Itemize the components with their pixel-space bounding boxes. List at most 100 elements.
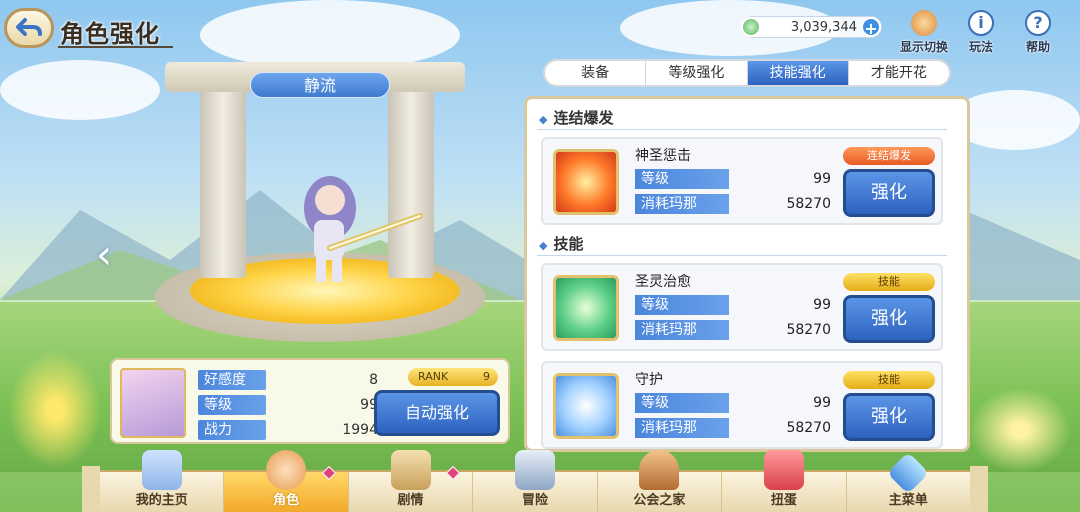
- page-title: 角色强化: [60, 20, 160, 48]
- skill-cost-row: 消耗玛那 58270: [635, 320, 831, 340]
- enhance-skill-button[interactable]: 强化: [843, 169, 935, 217]
- how-to-play-label: 玩法: [968, 40, 993, 54]
- affection-value: 8: [369, 372, 378, 388]
- guard-skill-icon: [553, 373, 619, 439]
- back-button[interactable]: [4, 8, 54, 48]
- character-portrait[interactable]: [120, 368, 186, 438]
- skill-cost-row: 消耗玛那 58270: [635, 194, 831, 214]
- character-sprite: [304, 176, 423, 282]
- tab-talent-bloom[interactable]: 才能开花: [849, 61, 949, 85]
- skill-level-row: 等级 99: [635, 295, 831, 315]
- holy-heal-skill-icon: [553, 275, 619, 341]
- rank-value: 9: [483, 370, 490, 383]
- skill-badge: 技能: [843, 273, 935, 291]
- display-switch-button[interactable]: 显示切换: [894, 10, 954, 55]
- skill-cost-label: 消耗玛那: [635, 194, 729, 214]
- skill-cost-value: 58270: [786, 196, 831, 212]
- level-label: 等级: [198, 395, 266, 415]
- auto-enhance-button[interactable]: 自动强化: [374, 390, 500, 436]
- affection-label: 好感度: [198, 370, 266, 390]
- section-union-burst-title: 连结爆发: [553, 109, 614, 127]
- power-value: 1994: [342, 422, 378, 438]
- nav-character[interactable]: 角色: [224, 450, 349, 512]
- cloud: [0, 60, 160, 120]
- question-icon: ?: [1025, 10, 1051, 36]
- section-divider: [537, 255, 947, 256]
- skill-level-label: 等级: [635, 295, 729, 315]
- add-mana-button[interactable]: +: [861, 17, 881, 38]
- title-underline: [58, 46, 173, 48]
- nav-story[interactable]: 剧情: [349, 450, 474, 512]
- skill-level-row: 等级 99: [635, 169, 831, 189]
- diamond-icon: ◆: [539, 113, 548, 126]
- nav-main-menu[interactable]: 主菜单: [847, 451, 970, 512]
- skill-cost-label: 消耗玛那: [635, 320, 729, 340]
- power-label: 战力: [198, 420, 266, 440]
- skill-card-0: 神圣惩击 等级 99 消耗玛那 58270 连结爆发 强化: [541, 137, 943, 225]
- tab-skill-up[interactable]: 技能强化: [747, 61, 849, 85]
- rank-label: RANK: [418, 370, 449, 383]
- nav-main-menu-label: 主菜单: [888, 493, 928, 508]
- nav-guild-house[interactable]: 公会之家: [598, 450, 723, 512]
- gacha-icon: [763, 450, 804, 490]
- section-divider: [537, 129, 947, 130]
- character-info-card: 好感度 8 等级 99 战力 1994 RANK 9 自动强化: [110, 358, 510, 444]
- tab-level-up[interactable]: 等级强化: [646, 61, 748, 85]
- skill-badge: 技能: [843, 371, 935, 389]
- nav-home-label: 我的主页: [135, 493, 188, 508]
- skill-level-value: 99: [813, 297, 831, 313]
- scroll-icon: [390, 450, 431, 490]
- skill-level-row: 等级 99: [635, 393, 831, 413]
- nav-story-label: 剧情: [397, 493, 424, 508]
- affection-row: 好感度 8: [198, 370, 378, 390]
- nav-gacha[interactable]: 扭蛋: [722, 450, 847, 512]
- prev-character-arrow[interactable]: ‹: [96, 232, 112, 278]
- section-skills-title: 技能: [553, 235, 584, 253]
- character-swap-icon: [911, 10, 937, 36]
- enhance-tabs: 装备 等级强化 技能强化 才能开花: [543, 59, 951, 87]
- nav-home[interactable]: 我的主页: [100, 450, 225, 512]
- skill-level-label: 等级: [635, 393, 729, 413]
- flower-patch: [0, 340, 110, 480]
- help-button[interactable]: ? 帮助: [1008, 10, 1068, 55]
- guild-door-icon: [639, 450, 680, 490]
- skill-card-2: 守护 等级 99 消耗玛那 58270 技能 强化: [541, 361, 943, 449]
- flower-patch: [960, 380, 1080, 480]
- enhance-skill-button[interactable]: 强化: [843, 295, 935, 343]
- enhance-skill-button[interactable]: 强化: [843, 393, 935, 441]
- skill-cost-value: 58270: [786, 420, 831, 436]
- skill-name: 神圣惩击: [635, 148, 691, 164]
- section-union-burst: ◆ 连结爆发: [539, 107, 613, 128]
- mana-amount: 3,039,344: [790, 19, 857, 35]
- tab-equipment[interactable]: 装备: [545, 61, 647, 85]
- cloud: [200, 0, 460, 70]
- character-icon: [266, 450, 307, 490]
- power-row: 战力 1994: [198, 420, 378, 440]
- nav-adventure[interactable]: 冒险: [473, 450, 598, 512]
- nav-guild-house-label: 公会之家: [633, 493, 686, 508]
- nav-adventure-label: 冒险: [521, 493, 548, 508]
- skill-level-value: 99: [813, 171, 831, 187]
- skill-name: 圣灵治愈: [635, 274, 691, 290]
- level-row: 等级 99: [198, 395, 378, 415]
- info-icon: i: [968, 10, 994, 36]
- skill-cost-row: 消耗玛那 58270: [635, 418, 831, 438]
- help-label: 帮助: [1025, 40, 1050, 54]
- back-arrow-icon: [16, 18, 42, 36]
- how-to-play-button[interactable]: i 玩法: [951, 10, 1011, 55]
- mana-coin-icon: [741, 17, 761, 37]
- nav-ornament: [970, 466, 988, 512]
- castle-icon: [141, 450, 182, 490]
- holy-smite-skill-icon: [553, 149, 619, 215]
- sword-flag-icon: [514, 450, 555, 490]
- rank-badge: RANK 9: [408, 368, 498, 386]
- skill-cost-value: 58270: [786, 322, 831, 338]
- skill-card-1: 圣灵治愈 等级 99 消耗玛那 58270 技能 强化: [541, 263, 943, 351]
- skill-level-value: 99: [813, 395, 831, 411]
- nav-ornament: [82, 466, 100, 512]
- nav-gacha-label: 扭蛋: [770, 493, 797, 508]
- display-switch-label: 显示切换: [899, 40, 948, 54]
- character-name: 静流: [250, 72, 390, 98]
- left-pillar: [200, 88, 246, 278]
- mana-counter: 3,039,344 +: [741, 16, 882, 38]
